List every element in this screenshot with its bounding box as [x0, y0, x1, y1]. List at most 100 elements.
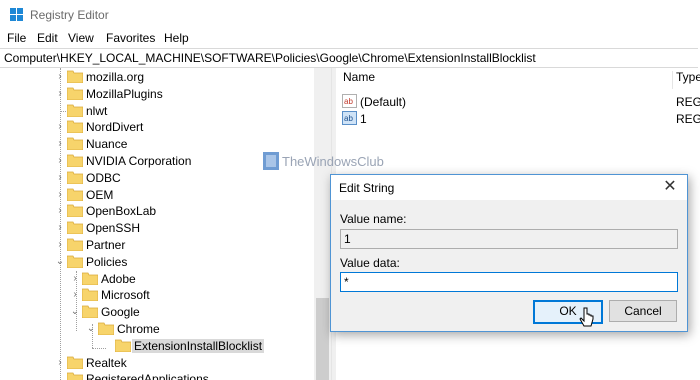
- folder-icon: [82, 272, 98, 285]
- folder-icon: [67, 356, 83, 369]
- svg-text:ab: ab: [344, 114, 353, 123]
- watermark: TheWindowsClub: [263, 152, 423, 172]
- value-name-text: 1: [344, 232, 351, 246]
- tree-item[interactable]: › NordDivert: [0, 119, 314, 136]
- value-data-text[interactable]: *: [344, 275, 349, 289]
- watermark-logo-icon: [263, 152, 279, 170]
- string-value-icon: ab: [342, 94, 357, 108]
- tree-item[interactable]: › Adobe: [0, 271, 314, 288]
- string-value-icon: ab: [342, 111, 357, 125]
- tree-item-label: Partner: [86, 238, 126, 252]
- cancel-button[interactable]: Cancel: [609, 300, 677, 322]
- chevron-right-icon[interactable]: ›: [55, 204, 65, 218]
- tree-item-label: Adobe: [101, 271, 136, 286]
- column-header-name[interactable]: Name: [343, 70, 375, 90]
- tree-item-label: OpenSSH: [86, 221, 141, 236]
- folder-icon: [67, 104, 83, 117]
- dialog-title-bar[interactable]: Edit String ✕: [331, 175, 687, 200]
- chevron-right-icon[interactable]: ›: [55, 154, 65, 168]
- column-header-type[interactable]: Type: [676, 70, 700, 90]
- tree-item[interactable]: › OEM: [0, 187, 314, 204]
- value-name-label: Value name:: [340, 212, 407, 226]
- chevron-down-icon[interactable]: ⌄: [86, 322, 96, 336]
- tree-item-label: OEM: [86, 187, 114, 202]
- tree-item[interactable]: ⌄ Chrome: [0, 321, 314, 338]
- tree-item[interactable]: › ODBC: [0, 170, 314, 187]
- tree-item[interactable]: › Nuance: [0, 136, 314, 153]
- chevron-right-icon[interactable]: ›: [55, 137, 65, 151]
- tree-item[interactable]: › MozillaPlugins: [0, 86, 314, 103]
- folder-icon: [67, 120, 83, 134]
- edit-string-dialog: Edit String ✕ Value name: 1 Value data: …: [330, 174, 688, 332]
- tree-item-label: Policies: [86, 254, 128, 269]
- menu-help[interactable]: Help: [164, 31, 189, 45]
- key-tree[interactable]: › mozilla.org › MozillaPlugins nlwt › NordDive…: [0, 68, 330, 380]
- folder-icon: [115, 339, 131, 352]
- tree-item-label: ODBC: [86, 170, 121, 185]
- folder-icon: [67, 171, 83, 184]
- chevron-right-icon[interactable]: ›: [55, 70, 65, 84]
- column-separator[interactable]: [672, 71, 673, 89]
- menu-file[interactable]: File: [7, 31, 26, 45]
- tree-item[interactable]: ExtensionInstallBlocklist: [0, 338, 314, 355]
- tree-item[interactable]: ⌄ Policies: [0, 254, 314, 271]
- tree-item[interactable]: › OpenSSH: [0, 220, 314, 237]
- tree-item-label: Nuance: [86, 137, 128, 152]
- chevron-right-icon[interactable]: ›: [55, 188, 65, 202]
- mouse-cursor-icon: [579, 307, 594, 327]
- address-path[interactable]: Computer\HKEY_LOCAL_MACHINE\SOFTWARE\Pol…: [4, 51, 536, 65]
- chevron-right-icon[interactable]: ›: [70, 272, 80, 286]
- folder-icon: [67, 70, 83, 83]
- tree-scrollbar-thumb[interactable]: [316, 298, 329, 380]
- folder-icon: [67, 137, 83, 151]
- tree-item-label: Chrome: [117, 322, 160, 336]
- tree-item[interactable]: › OpenBoxLab: [0, 203, 314, 220]
- tree-item[interactable]: nlwt: [0, 103, 314, 120]
- folder-icon: [67, 188, 83, 201]
- folder-icon: [82, 305, 98, 319]
- title-bar: Registry Editor: [0, 0, 700, 30]
- chevron-down-icon[interactable]: ⌄: [55, 255, 65, 269]
- tree-item-label: RegisteredApplications: [86, 372, 209, 380]
- tree-item-label: MozillaPlugins: [86, 86, 163, 101]
- value-data-input[interactable]: *: [340, 272, 678, 292]
- folder-icon: [98, 322, 114, 335]
- chevron-right-icon[interactable]: ›: [55, 171, 65, 185]
- value-name-field: 1: [340, 229, 678, 249]
- folder-icon: [67, 221, 83, 235]
- tree-item-label: ExtensionInstallBlocklist: [132, 338, 265, 353]
- tree-item[interactable]: RegisteredApplications: [0, 371, 314, 380]
- tree-item-label: NordDivert: [86, 120, 144, 135]
- value-type: REG_: [676, 95, 700, 109]
- tree-item-label: OpenBoxLab: [86, 204, 157, 219]
- tree-item[interactable]: › mozilla.org: [0, 69, 314, 86]
- folder-icon: [67, 238, 83, 251]
- address-bar[interactable]: Computer\HKEY_LOCAL_MACHINE\SOFTWARE\Pol…: [0, 48, 698, 68]
- svg-text:ab: ab: [344, 97, 353, 106]
- chevron-down-icon[interactable]: ⌄: [70, 305, 80, 319]
- tree-item[interactable]: ⌄ Google: [0, 304, 314, 321]
- dialog-title: Edit String: [339, 181, 395, 195]
- chevron-right-icon[interactable]: ›: [55, 356, 65, 370]
- tree-item-label: Google: [101, 305, 140, 320]
- chevron-right-icon[interactable]: ›: [55, 120, 65, 134]
- chevron-right-icon[interactable]: ›: [55, 87, 65, 101]
- chevron-right-icon[interactable]: ›: [55, 238, 65, 252]
- value-type: REG_: [676, 112, 700, 126]
- watermark-text: TheWindowsClub: [282, 154, 384, 169]
- chevron-right-icon[interactable]: ›: [70, 288, 80, 302]
- tree-item[interactable]: › Partner: [0, 237, 314, 254]
- menu-view[interactable]: View: [68, 31, 94, 45]
- folder-icon: [82, 288, 98, 302]
- menu-favorites[interactable]: Favorites: [106, 31, 155, 45]
- value-name: 1: [360, 112, 367, 126]
- folder-icon: [67, 87, 83, 100]
- chevron-right-icon[interactable]: ›: [55, 221, 65, 235]
- folder-icon: [67, 154, 83, 167]
- tree-item[interactable]: › Microsoft: [0, 287, 314, 304]
- menu-edit[interactable]: Edit: [37, 31, 58, 45]
- registry-editor-icon: [10, 8, 23, 21]
- close-icon[interactable]: ✕: [661, 178, 679, 196]
- tree-item[interactable]: › Realtek: [0, 355, 314, 372]
- value-name: (Default): [360, 95, 407, 109]
